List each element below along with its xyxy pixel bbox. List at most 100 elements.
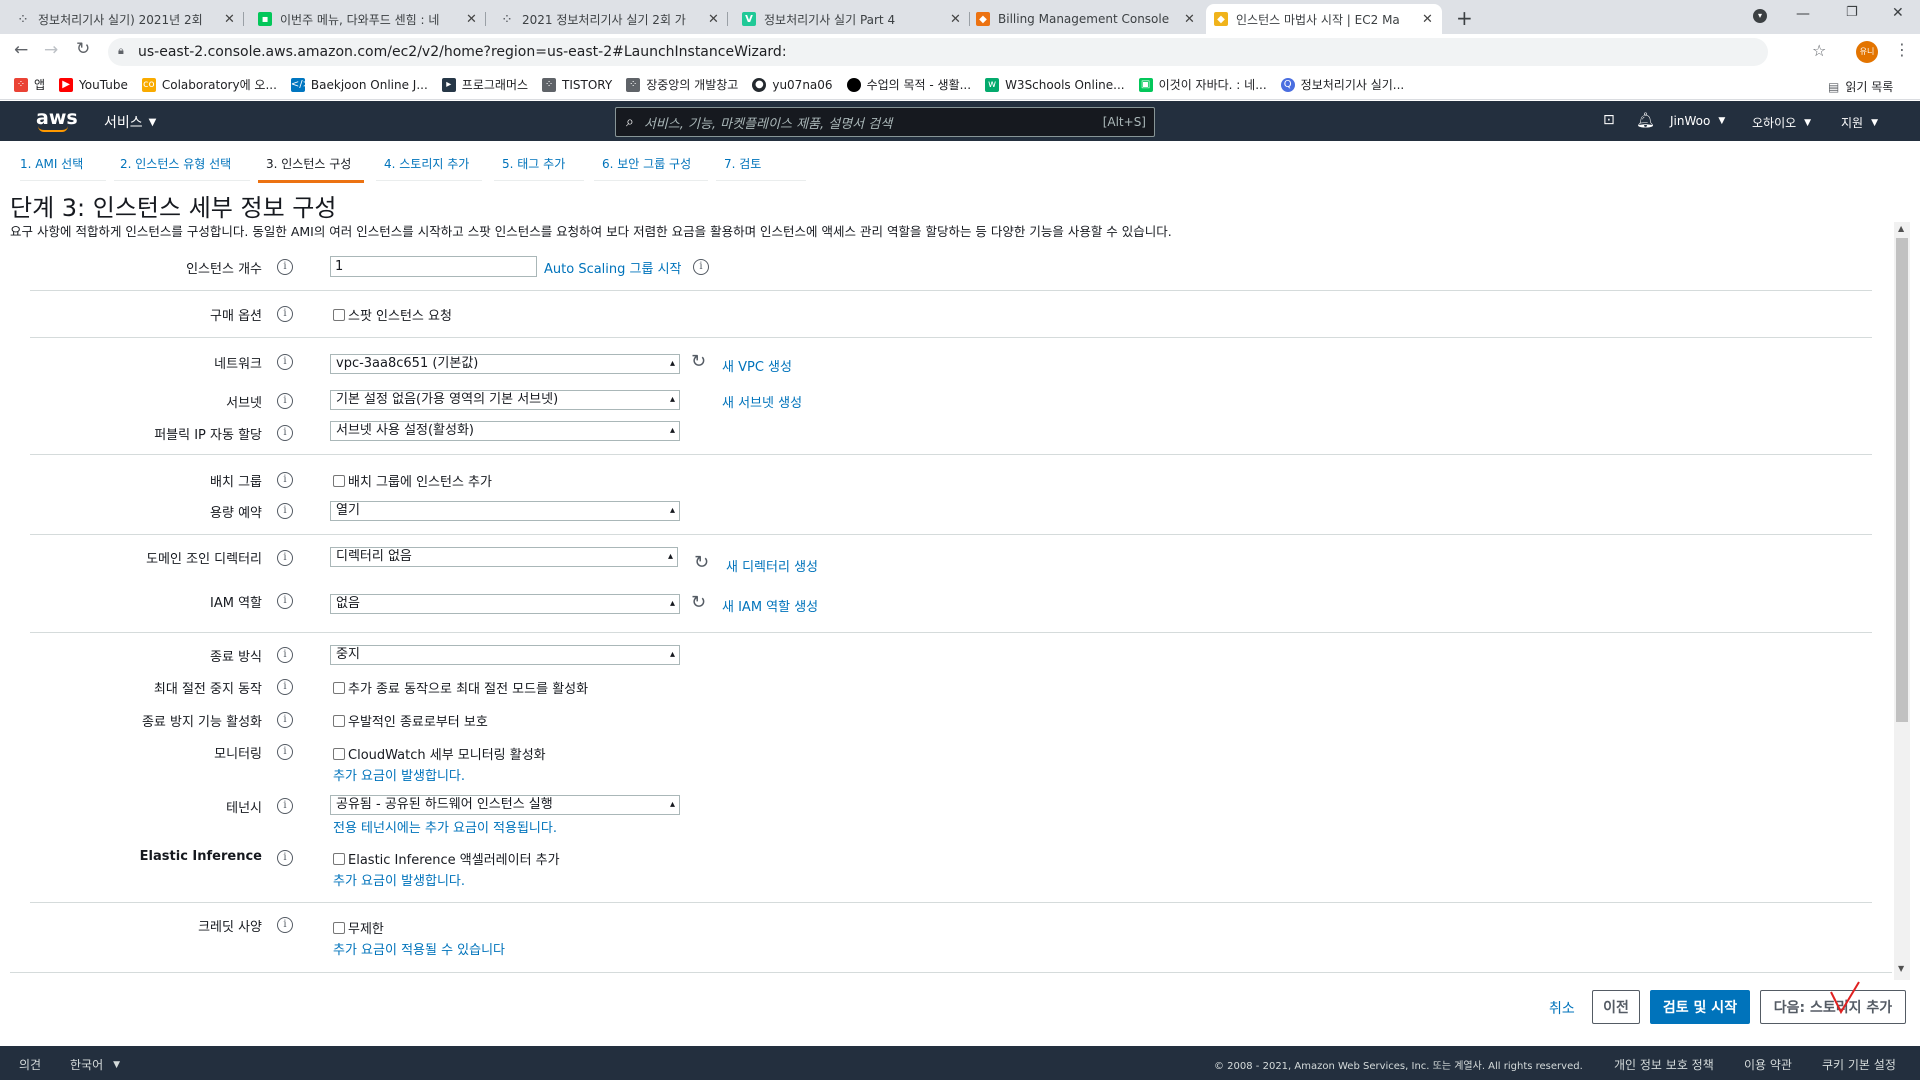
region-menu[interactable]: 오하이오 ▼ bbox=[1752, 114, 1811, 131]
browser-tab-active[interactable]: ◆ 인스턴스 마법사 시작 | EC2 Ma ✕ bbox=[1206, 4, 1442, 34]
subnet-select[interactable]: 기본 설정 없음(가용 영역의 기본 서브넷) ▴ bbox=[330, 390, 680, 410]
url-field[interactable]: 🔒︎ us-east-2.console.aws.amazon.com/ec2/… bbox=[108, 38, 1768, 66]
info-icon[interactable]: i bbox=[277, 306, 293, 322]
create-subnet-link[interactable]: 새 서브넷 생성 bbox=[722, 392, 802, 411]
auto-scaling-link[interactable]: Auto Scaling 그룹 시작 bbox=[544, 258, 682, 277]
privacy-link[interactable]: 개인 정보 보호 정책 bbox=[1614, 1056, 1714, 1073]
termination-protection-checkbox[interactable]: 우발적인 종료로부터 보호 bbox=[333, 711, 488, 730]
new-tab-icon[interactable]: + bbox=[1456, 6, 1473, 30]
info-icon[interactable]: i bbox=[277, 850, 293, 866]
checkbox-box[interactable] bbox=[333, 921, 345, 934]
language-select[interactable]: 한국어 ▼ bbox=[70, 1056, 120, 1073]
back-icon[interactable]: ← bbox=[14, 40, 28, 60]
info-icon[interactable]: i bbox=[277, 712, 293, 728]
scrollbar-thumb[interactable] bbox=[1896, 238, 1908, 722]
services-menu[interactable]: 서비스 ▼ bbox=[104, 112, 156, 132]
step-add-tags[interactable]: 5. 태그 추가 bbox=[494, 155, 584, 181]
bookmark-item[interactable]: co Colaboratory에 오... bbox=[141, 76, 277, 93]
refresh-icon[interactable]: ↻ bbox=[694, 552, 709, 573]
unlimited-credit-checkbox[interactable]: 무제한 bbox=[333, 918, 384, 937]
info-icon[interactable]: i bbox=[277, 425, 293, 441]
step-instance-type[interactable]: 2. 인스턴스 유형 선택 bbox=[114, 155, 250, 181]
browser-tab[interactable]: ⁘ 정보처리기사 실기) 2021년 2회 ✕ bbox=[8, 4, 244, 34]
checkbox-box[interactable] bbox=[333, 474, 345, 487]
bookmark-item[interactable]: </> Baekjoon Online J... bbox=[290, 77, 428, 92]
bookmark-star-icon[interactable]: ☆ bbox=[1812, 41, 1826, 60]
bookmark-item[interactable]: ▶ YouTube bbox=[59, 77, 128, 92]
terms-link[interactable]: 이용 약관 bbox=[1744, 1056, 1792, 1073]
page-scrollbar[interactable]: ▲ ▼ bbox=[1894, 222, 1910, 980]
bookmark-item[interactable]: ▣ 이것이 자바다. : 네... bbox=[1138, 76, 1267, 93]
tenancy-select[interactable]: 공유됨 - 공유된 하드웨어 인스턴스 실행 ▴ bbox=[330, 795, 680, 815]
close-tab-icon[interactable]: ✕ bbox=[466, 12, 478, 27]
cookie-preferences-link[interactable]: 쿠키 기본 설정 bbox=[1822, 1056, 1896, 1073]
checkbox-box[interactable] bbox=[333, 747, 345, 760]
elastic-inference-checkbox[interactable]: Elastic Inference 액셀러레이터 추가 bbox=[333, 849, 560, 868]
browser-tab[interactable]: V 정보처리기사 실기 Part 4 ✕ bbox=[734, 4, 970, 34]
info-icon[interactable]: i bbox=[277, 503, 293, 519]
step-add-storage[interactable]: 4. 스토리지 추가 bbox=[376, 155, 482, 181]
review-and-launch-button[interactable]: 검토 및 시작 bbox=[1650, 990, 1750, 1024]
create-vpc-link[interactable]: 새 VPC 생성 bbox=[722, 356, 792, 375]
refresh-icon[interactable]: ↻ bbox=[691, 592, 706, 613]
info-icon[interactable]: i bbox=[277, 393, 293, 409]
info-icon[interactable]: i bbox=[277, 354, 293, 370]
close-window-icon[interactable]: ✕ bbox=[1892, 5, 1904, 21]
browser-menu-icon[interactable]: ⋮ bbox=[1894, 40, 1910, 59]
bookmark-item[interactable]: w W3Schools Online... bbox=[985, 77, 1125, 92]
close-tab-icon[interactable]: ✕ bbox=[224, 12, 236, 27]
public-ip-select[interactable]: 서브넷 사용 설정(활성화) ▴ bbox=[330, 421, 680, 441]
reload-icon[interactable]: ↻ bbox=[76, 39, 90, 59]
bookmark-item[interactable]: ● yu07na06 bbox=[752, 77, 833, 92]
info-icon[interactable]: i bbox=[277, 798, 293, 814]
step-review[interactable]: 7. 검토 bbox=[716, 155, 806, 181]
bookmark-apps[interactable]: ⁘ 앱 bbox=[14, 76, 45, 93]
monitoring-checkbox[interactable]: CloudWatch 세부 모니터링 활성화 bbox=[333, 744, 546, 763]
checkbox-box[interactable] bbox=[333, 852, 345, 865]
minimize-icon[interactable]: — bbox=[1796, 6, 1810, 22]
tenancy-charge-note[interactable]: 전용 테넌시에는 추가 요금이 적용됩니다. bbox=[333, 817, 557, 836]
reading-list[interactable]: ▤ 읽기 목록 bbox=[1828, 78, 1893, 95]
scroll-down-icon[interactable]: ▼ bbox=[1898, 964, 1904, 973]
bookmark-item[interactable]: ⁘ 장중앙의 개발창고 bbox=[626, 76, 738, 93]
spot-instance-checkbox[interactable]: 스팟 인스턴스 요청 bbox=[333, 305, 452, 324]
scroll-up-icon[interactable]: ▲ bbox=[1898, 224, 1904, 233]
info-icon[interactable]: i bbox=[277, 259, 293, 275]
hibernate-checkbox[interactable]: 추가 종료 동작으로 최대 절전 모드를 활성화 bbox=[333, 678, 588, 697]
forward-icon[interactable]: → bbox=[44, 40, 58, 60]
checkbox-box[interactable] bbox=[333, 714, 345, 727]
monitoring-charge-note[interactable]: 추가 요금이 발생합니다. bbox=[333, 765, 465, 784]
step-configure-instance[interactable]: 3. 인스턴스 구성 bbox=[258, 155, 364, 183]
close-tab-icon[interactable]: ✕ bbox=[1184, 12, 1196, 27]
bookmark-item[interactable]: 수업의 목적 - 생활... bbox=[846, 76, 971, 93]
iam-role-select[interactable]: 없음 ▴ bbox=[330, 594, 680, 614]
info-icon[interactable]: i bbox=[277, 647, 293, 663]
placement-group-checkbox[interactable]: 배치 그룹에 인스턴스 추가 bbox=[333, 471, 492, 490]
network-select[interactable]: vpc-3aa8c651 (기본값) ▴ bbox=[330, 354, 680, 374]
aws-search-field[interactable]: ⌕ 서비스, 기능, 마켓플레이스 제품, 설명서 검색 [Alt+S] bbox=[615, 107, 1155, 137]
close-tab-icon[interactable]: ✕ bbox=[708, 12, 720, 27]
profile-avatar[interactable]: 유니 bbox=[1856, 41, 1878, 63]
info-icon[interactable]: i bbox=[277, 472, 293, 488]
step-security-group[interactable]: 6. 보안 그룹 구성 bbox=[594, 155, 708, 181]
info-icon[interactable]: i bbox=[277, 744, 293, 760]
bookmark-item[interactable]: ⁘ TISTORY bbox=[542, 77, 612, 92]
feedback-link[interactable]: 의견 bbox=[19, 1056, 41, 1073]
cloudshell-icon[interactable]: ⊡ bbox=[1603, 112, 1615, 128]
close-tab-icon[interactable]: ✕ bbox=[1422, 12, 1434, 27]
info-icon[interactable]: i bbox=[277, 593, 293, 609]
bookmark-item[interactable]: Q 정보처리기사 실기... bbox=[1280, 76, 1404, 93]
info-icon[interactable]: i bbox=[277, 679, 293, 695]
shutdown-behavior-select[interactable]: 중지 ▴ bbox=[330, 645, 680, 665]
info-icon[interactable]: i bbox=[277, 550, 293, 566]
account-menu[interactable]: JinWoo ▼ bbox=[1670, 114, 1725, 128]
browser-tab[interactable]: ▪ 이번주 메뉴, 다와푸드 센힘 : 네 ✕ bbox=[250, 4, 486, 34]
browser-tab[interactable]: ⁘ 2021 정보처리기사 실기 2회 가 ✕ bbox=[492, 4, 728, 34]
checkbox-box[interactable] bbox=[333, 308, 345, 321]
cancel-link[interactable]: 취소 bbox=[1549, 998, 1575, 1018]
credit-charge-note[interactable]: 추가 요금이 적용될 수 있습니다 bbox=[333, 939, 505, 958]
refresh-icon[interactable]: ↻ bbox=[691, 351, 706, 372]
notifications-bell-icon[interactable]: 🔔︎ bbox=[1636, 111, 1655, 129]
restore-icon[interactable]: ❐ bbox=[1846, 5, 1858, 20]
domain-directory-select[interactable]: 디렉터리 없음 ▴ bbox=[330, 547, 678, 567]
